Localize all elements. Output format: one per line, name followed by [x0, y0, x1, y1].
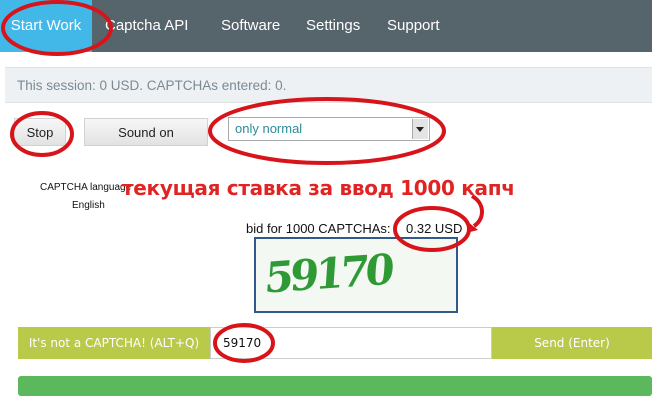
captcha-language-label: CAPTCHA language: [40, 182, 132, 193]
answer-input[interactable]: 59170: [210, 327, 492, 359]
nav-captcha-api[interactable]: Captcha API: [105, 0, 188, 52]
progress-fill: [18, 376, 652, 396]
session-status: This session: 0 USD. CAPTCHAs entered: 0…: [5, 67, 652, 103]
send-button[interactable]: Send (Enter): [492, 327, 652, 359]
mode-select[interactable]: only normal: [228, 117, 430, 141]
bid-value: 0.32 USD: [406, 221, 463, 236]
chevron-down-icon[interactable]: [412, 119, 428, 139]
nav-start-work[interactable]: Start Work: [0, 0, 92, 52]
mode-selected-value: only normal: [235, 121, 303, 136]
captcha-language-value: English: [72, 200, 105, 211]
annotation-arrow: [470, 194, 484, 228]
progress-bar: [18, 376, 652, 396]
not-captcha-button[interactable]: It's not a CAPTCHA! (ALT+Q): [18, 327, 210, 359]
answer-bar: It's not a CAPTCHA! (ALT+Q) 59170 Send (…: [18, 327, 652, 359]
nav-settings[interactable]: Settings: [306, 0, 360, 52]
annotation-text: текущая ставка за ввод 1000 капч: [122, 176, 515, 200]
stop-button[interactable]: Stop: [14, 118, 66, 146]
nav-software[interactable]: Software: [221, 0, 280, 52]
bid-label: bid for 1000 CAPTCHAs:: [246, 221, 391, 236]
nav-support[interactable]: Support: [387, 0, 440, 52]
top-nav: Start Work Captcha API Software Settings…: [0, 0, 652, 52]
captcha-image: 59170: [254, 237, 458, 313]
captcha-image-text: 59170: [263, 244, 395, 303]
sound-on-button[interactable]: Sound on: [84, 118, 208, 146]
annotation-arrowhead: [468, 222, 478, 232]
